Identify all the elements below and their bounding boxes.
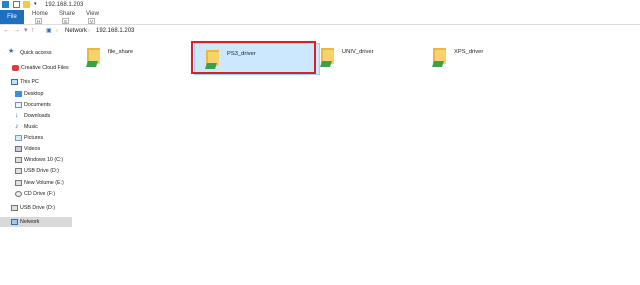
sidebar-item-pictures[interactable]: Pictures (0, 133, 72, 143)
keytip-view: V (88, 18, 95, 24)
breadcrumb-host[interactable]: 192.168.1.203 (96, 25, 134, 37)
sidebar-item-desktop[interactable]: Desktop (0, 89, 72, 99)
folder-label: PS3_driver (227, 51, 256, 57)
sidebar-item-label: Creative Cloud Files (21, 65, 69, 71)
sidebar-item-videos[interactable]: Videos (0, 144, 72, 154)
shared-folder-icon (320, 48, 334, 67)
folder-item-file-share[interactable]: file_share (76, 42, 202, 74)
sidebar-item-label: Quick access (20, 50, 52, 56)
navigation-pane: ★ Quick access Creative Cloud Files This… (0, 38, 72, 285)
sidebar-item-label: Windows 10 (C:) (24, 157, 64, 163)
title-bar: ▾ 192.168.1.203 (0, 0, 640, 10)
sidebar-item-usb-d[interactable]: USB Drive (D:) (0, 166, 72, 176)
folder-label: file_share (108, 49, 134, 55)
shared-folder-icon (86, 48, 100, 67)
sidebar-item-label: Downloads (24, 113, 51, 119)
sidebar-item-usb-d-2[interactable]: USB Drive (D:) (0, 203, 72, 213)
recent-locations-icon[interactable]: ▾ (24, 25, 28, 37)
tab-home[interactable]: Home (32, 10, 48, 18)
sidebar-item-label: USB Drive (D:) (24, 168, 60, 174)
sidebar-item-label: CD Drive (F:) (24, 191, 56, 197)
properties-icon[interactable] (13, 1, 20, 8)
ribbon: File Home H Share S View V (0, 10, 640, 25)
computer-icon (11, 79, 18, 85)
sidebar-item-creative-cloud[interactable]: Creative Cloud Files (0, 63, 72, 73)
sidebar-item-label: Network (20, 219, 40, 225)
sidebar-item-network[interactable]: Network (0, 217, 72, 227)
sidebar-item-label: USB Drive (D:) (20, 205, 56, 211)
drive-icon (15, 157, 22, 163)
music-icon: ♪ (15, 123, 19, 130)
sidebar-item-downloads[interactable]: ↓ Downloads (0, 111, 72, 121)
drive-icon (15, 180, 22, 186)
forward-arrow-icon[interactable]: → (13, 25, 20, 37)
sidebar-item-label: Documents (24, 102, 51, 108)
address-bar[interactable]: ← → ▾ ↑ ▣ › Network › 192.168.1.203 (0, 25, 640, 37)
videos-icon (15, 146, 22, 152)
keytip-share: S (62, 18, 69, 24)
tab-view[interactable]: View (86, 10, 99, 18)
content-pane: file_share PS3_driver UNIV_driver XPS_dr… (72, 38, 640, 285)
sidebar-item-music[interactable]: ♪ Music (0, 122, 72, 132)
sidebar-item-this-pc[interactable]: This PC (0, 77, 72, 87)
window-title: 192.168.1.203 (45, 2, 84, 8)
sidebar-item-quick-access[interactable]: ★ Quick access (0, 48, 72, 58)
chevron-right-icon[interactable]: › (56, 25, 58, 37)
network-crumb-icon: ▣ (46, 28, 52, 34)
new-folder-icon[interactable] (23, 1, 30, 8)
sidebar-item-label: Desktop (24, 91, 44, 97)
network-icon (11, 219, 18, 225)
folder-item-xps-driver[interactable]: XPS_driver (422, 42, 548, 74)
cd-drive-icon (15, 191, 22, 197)
creative-cloud-icon (12, 65, 19, 71)
sidebar-item-label: This PC (20, 79, 39, 85)
up-arrow-icon[interactable]: ↑ (31, 25, 35, 37)
tab-share[interactable]: Share (59, 10, 75, 18)
chevron-down-icon[interactable]: ▾ (34, 1, 41, 8)
folder-label: UNIV_driver (342, 49, 374, 55)
sidebar-item-label: New Volume (E:) (24, 180, 64, 186)
drive-icon (11, 205, 18, 211)
pictures-icon (15, 135, 22, 141)
tab-file[interactable]: File (0, 10, 24, 24)
sidebar-item-windows-c[interactable]: Windows 10 (C:) (0, 155, 72, 165)
star-icon: ★ (8, 48, 15, 55)
desktop-icon (15, 91, 22, 97)
back-arrow-icon[interactable]: ← (3, 25, 10, 37)
folder-item-ps3-driver[interactable]: PS3_driver (194, 43, 320, 75)
downloads-icon: ↓ (15, 112, 19, 119)
folder-item-univ-driver[interactable]: UNIV_driver (310, 42, 436, 74)
sidebar-item-label: Pictures (24, 135, 44, 141)
sidebar-item-cd-drive-f[interactable]: CD Drive (F:) (0, 189, 72, 199)
breadcrumb-network[interactable]: Network (65, 25, 87, 37)
chevron-right-icon[interactable]: › (88, 25, 90, 37)
sidebar-item-label: Videos (24, 146, 41, 152)
keytip-home: H (35, 18, 42, 24)
sidebar-item-documents[interactable]: Documents (0, 100, 72, 110)
explorer-icon (2, 1, 9, 8)
shared-folder-icon (432, 48, 446, 67)
folder-label: XPS_driver (454, 49, 484, 55)
documents-icon (15, 102, 22, 108)
sidebar-item-new-volume-e[interactable]: New Volume (E:) (0, 178, 72, 188)
shared-folder-icon (205, 50, 219, 69)
sidebar-item-label: Music (24, 124, 38, 130)
drive-icon (15, 168, 22, 174)
